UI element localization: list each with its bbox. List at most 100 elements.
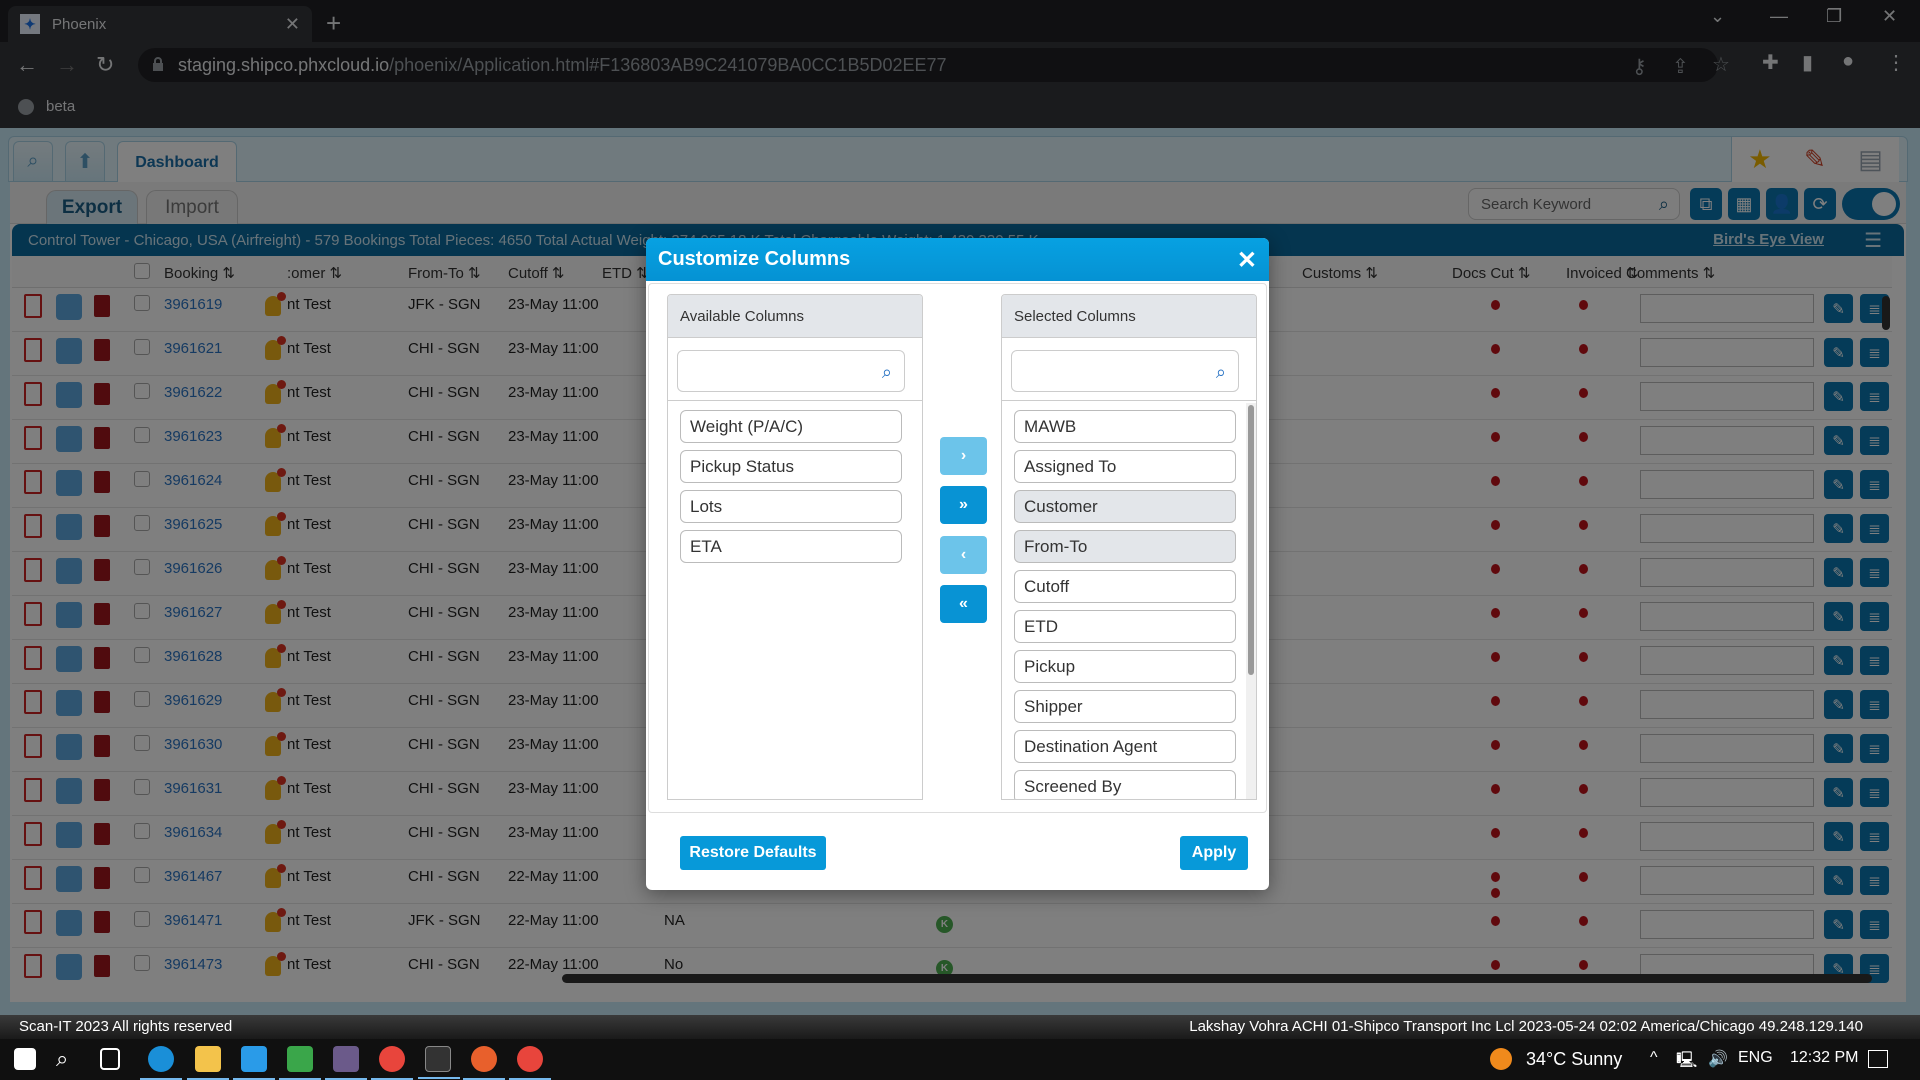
header-from-to[interactable]: From-To ⇅ [408,264,481,282]
notes-button[interactable]: ≣ [1860,514,1889,543]
comment-input[interactable] [1640,338,1814,367]
booking-link[interactable]: 3961624 [164,472,222,489]
windows-start-icon[interactable] [14,1048,36,1070]
close-window-button[interactable]: ✕ [1882,6,1897,27]
notes-button[interactable]: ≣ [1860,866,1889,895]
chat-icon[interactable] [56,690,82,716]
notes-button[interactable]: ≣ [1860,778,1889,807]
chrome-menu-icon[interactable]: ⋮ [1886,50,1906,75]
bookmark-beta[interactable]: beta [18,98,75,115]
chat-icon[interactable] [56,470,82,496]
row-checkbox[interactable] [134,955,150,971]
notes-button[interactable]: ≣ [1860,910,1889,939]
browser-tab[interactable]: ✦ Phoenix ✕ [8,6,312,42]
selected-column-item[interactable]: Shipper [1014,690,1236,723]
selected-column-item[interactable]: Cutoff [1014,570,1236,603]
trash-icon[interactable] [94,823,110,845]
terminal-icon[interactable] [418,1046,460,1079]
available-column-item[interactable]: Lots [680,490,902,523]
row-checkbox[interactable] [134,471,150,487]
tab-dashboard[interactable]: Dashboard [117,141,237,183]
bell-alert-icon[interactable] [265,468,286,492]
comment-input[interactable] [1640,734,1814,763]
trash-icon[interactable] [94,427,110,449]
notes-button[interactable]: ≣ [1860,690,1889,719]
chrome-active-icon[interactable] [509,1046,551,1080]
favorites-star-icon[interactable]: ★ [1748,144,1771,175]
expand-window-button[interactable]: ⧉ [1690,188,1722,220]
edit-document-button[interactable]: ✎ [1824,734,1853,763]
booking-link[interactable]: 3961619 [164,296,222,313]
edit-document-button[interactable]: ✎ [1824,822,1853,851]
edit-document-button[interactable]: ✎ [1824,602,1853,631]
move-left-button[interactable]: ‹ [940,536,987,574]
row-checkbox[interactable] [134,867,150,883]
booking-link[interactable]: 3961627 [164,604,222,621]
booking-link[interactable]: 3961471 [164,912,222,929]
vscode-icon[interactable] [233,1046,275,1080]
bell-alert-icon[interactable] [265,908,286,932]
row-checkbox[interactable] [134,823,150,839]
header-booking[interactable]: Booking ⇅ [164,264,235,282]
move-all-left-button[interactable]: « [940,585,987,623]
edit-document-button[interactable]: ✎ [1824,338,1853,367]
chat-icon[interactable] [56,514,82,540]
notifications-icon[interactable] [1868,1050,1888,1068]
bell-alert-icon[interactable] [265,644,286,668]
search-taskbar-icon[interactable]: ⌕ [56,1046,82,1072]
selected-column-item[interactable]: MAWB [1014,410,1236,443]
row-checkbox[interactable] [134,515,150,531]
booking-link[interactable]: 3961623 [164,428,222,445]
available-search-input[interactable] [677,350,905,392]
selected-column-item[interactable]: Pickup [1014,650,1236,683]
chat-icon[interactable] [56,338,82,364]
address-bar[interactable]: staging.shipco.phxcloud.io/phoenix/Appli… [138,48,1730,82]
edit-document-button[interactable]: ✎ [1824,470,1853,499]
side-panel-icon[interactable]: ▮ [1802,50,1813,75]
birds-eye-view-link[interactable]: Bird's Eye View [1713,231,1824,248]
edit-document-button[interactable]: ✎ [1824,294,1853,323]
chat-icon[interactable] [56,778,82,804]
pdf-icon[interactable] [24,910,42,934]
grid-horizontal-scrollbar[interactable] [562,974,1872,983]
pdf-icon[interactable] [24,822,42,846]
chat-icon[interactable] [56,646,82,672]
pdf-icon[interactable] [24,470,42,494]
comment-input[interactable] [1640,558,1814,587]
file-explorer-icon[interactable] [187,1046,229,1080]
volume-icon[interactable]: 🔊 [1708,1049,1728,1069]
selected-column-item[interactable]: ETD [1014,610,1236,643]
notes-button[interactable]: ≣ [1860,822,1889,851]
pdf-icon[interactable] [24,602,42,626]
chat-icon[interactable] [56,866,82,892]
pdf-icon[interactable] [24,734,42,758]
booking-link[interactable]: 3961467 [164,868,222,885]
trash-icon[interactable] [94,339,110,361]
chat-icon[interactable] [56,382,82,408]
comment-input[interactable] [1640,470,1814,499]
reload-button[interactable]: ↻ [96,52,114,78]
upload-button[interactable]: ⬆ [65,141,105,181]
tab-export[interactable]: Export [46,190,138,224]
pdf-icon[interactable] [24,514,42,538]
share-icon[interactable]: ⇪ [1672,54,1689,79]
app-launcher-icon[interactable] [279,1046,321,1080]
bell-alert-icon[interactable] [265,512,286,536]
row-checkbox[interactable] [134,339,150,355]
row-checkbox[interactable] [134,735,150,751]
edit-document-button[interactable]: ✎ [1824,910,1853,939]
trash-icon[interactable] [94,955,110,977]
profile-avatar-icon[interactable]: ● [1842,50,1854,73]
postman-icon[interactable] [463,1046,505,1080]
chat-icon[interactable] [56,734,82,760]
booking-link[interactable]: 3961630 [164,736,222,753]
edit-document-button[interactable]: ✎ [1824,558,1853,587]
trash-icon[interactable] [94,867,110,889]
row-checkbox[interactable] [134,603,150,619]
language-indicator[interactable]: ENG [1738,1049,1773,1067]
pdf-icon[interactable] [24,382,42,406]
row-checkbox[interactable] [134,691,150,707]
notes-button[interactable]: ≣ [1860,338,1889,367]
edge-icon[interactable] [140,1046,182,1080]
trash-icon[interactable] [94,911,110,933]
